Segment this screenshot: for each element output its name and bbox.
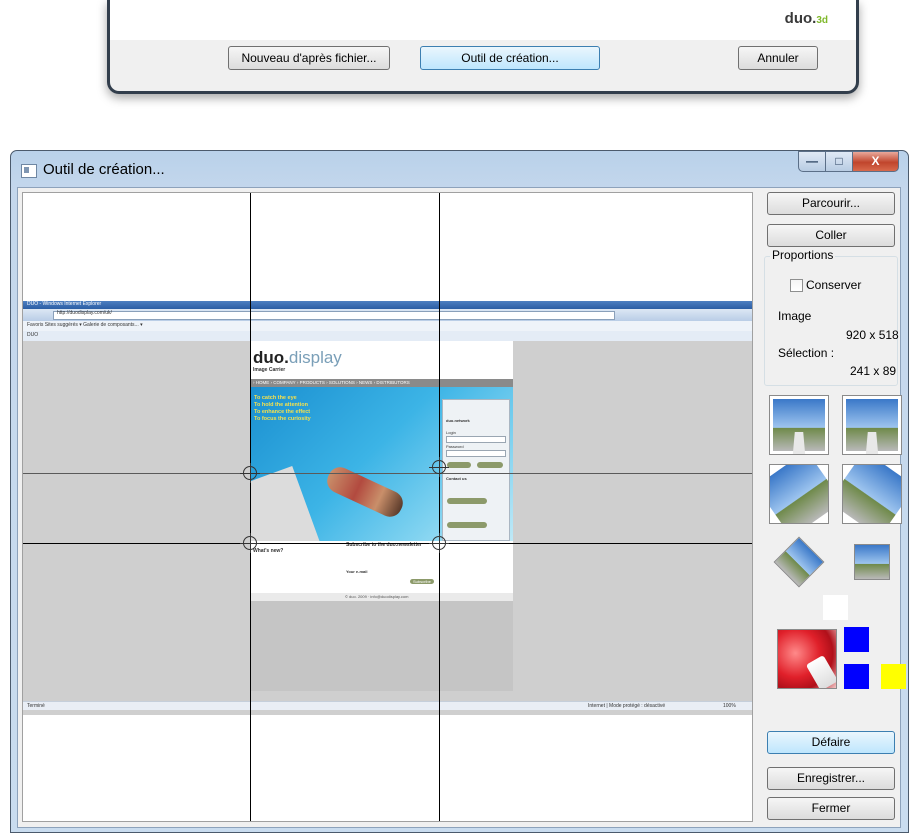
- save-button[interactable]: Enregistrer...: [767, 767, 895, 790]
- subscribe-pill: [477, 462, 503, 468]
- preview-tab-label: DUO: [27, 332, 39, 338]
- preview-site-footer: © duo. 2009 · info@duodisplay.com: [250, 593, 513, 601]
- preview-address-bar: http://duodisplay.com/uk/: [23, 309, 752, 321]
- blue-swatch-top[interactable]: [844, 627, 869, 652]
- proportions-label: Proportions: [770, 248, 836, 262]
- preview-site-nav-text: › HOME › COMPANY › PRODUCTS › SOLUTIONS …: [253, 380, 410, 385]
- footer-text: © duo. 2009 · info@duodisplay.com: [345, 594, 409, 599]
- image-label: Image: [778, 309, 812, 323]
- selection-size-value: 241 x 89: [850, 364, 897, 378]
- selection-guide-bottom[interactable]: [23, 543, 752, 544]
- new-from-file-button[interactable]: Nouveau d'après fichier...: [228, 46, 390, 70]
- selection-handle-bottom-right[interactable]: [429, 533, 449, 553]
- login-field: [446, 436, 506, 443]
- preview-site-nav: › HOME › COMPANY › PRODUCTS › SOLUTIONS …: [250, 379, 513, 387]
- minimize-icon: —: [806, 154, 818, 168]
- password-field: [446, 450, 506, 457]
- browse-button[interactable]: Parcourir...: [767, 192, 895, 215]
- cancel-button[interactable]: Annuler: [738, 46, 818, 70]
- blue-swatch-bottom[interactable]: [844, 664, 869, 689]
- duo3d-logo: duo.3d: [784, 10, 828, 27]
- preview-site-bottom: What's new? Subscribe to the duo.newslet…: [250, 541, 513, 593]
- selection-guide-top[interactable]: [23, 473, 752, 474]
- password-label: Password: [446, 444, 464, 449]
- keep-proportions-label: Conserver: [806, 278, 862, 292]
- yellow-swatch[interactable]: [881, 664, 906, 689]
- preview-favorites-text: Favoris Sites suggérés ▾ Galerie de comp…: [27, 322, 143, 328]
- maximize-button[interactable]: □: [825, 151, 853, 172]
- status-left: Terminé: [27, 703, 45, 709]
- transform-thumb-diamond-mirrored[interactable]: [842, 532, 902, 592]
- paint-roller-icon: [805, 655, 836, 688]
- preview-tab-bar: DUO: [23, 331, 752, 341]
- undo-button[interactable]: Défaire: [767, 731, 895, 754]
- hero-line: To hold the attention: [254, 402, 308, 408]
- red-paint-thumb[interactable]: [777, 629, 837, 689]
- image-size-value: 920 x 518: [846, 328, 899, 342]
- selection-label: Sélection :: [778, 346, 835, 360]
- hero-line: To focus the curiosity: [254, 416, 311, 422]
- preview-site-tagline: Image Carrier: [253, 367, 286, 373]
- window-title: Outil de création...: [43, 161, 165, 178]
- transform-thumb-upright[interactable]: [769, 395, 829, 455]
- contact-pill: [447, 498, 487, 504]
- loaded-image: DUO - Windows Internet Explorer http://d…: [23, 301, 752, 715]
- transform-thumb-rotate-right[interactable]: [842, 464, 902, 524]
- transform-thumb-mirrored[interactable]: [842, 395, 902, 455]
- hero-text: To catch the eye To hold the attention T…: [254, 395, 311, 423]
- status-zoom: 100%: [723, 703, 736, 709]
- white-swatch[interactable]: [823, 595, 848, 620]
- dialog-content-area: [110, 0, 856, 40]
- selection-handle-top-right[interactable]: [429, 457, 449, 477]
- transform-thumb-rotate-left[interactable]: [769, 464, 829, 524]
- newsletter-email-label: Your e-mail: [346, 569, 368, 574]
- close-window-button[interactable]: X: [852, 151, 899, 172]
- preview-browser-title: DUO - Windows Internet Explorer: [27, 301, 102, 307]
- paste-button[interactable]: Coller: [767, 224, 895, 247]
- transform-thumb-diamond[interactable]: [769, 532, 829, 592]
- contact-title: Contact us: [446, 476, 467, 481]
- creation-tool-window: Outil de création... — □ X DUO - Windows…: [10, 150, 909, 833]
- newsletter-subscribe: Subscribe: [410, 579, 434, 584]
- find-pill: [447, 522, 487, 528]
- preview-site-hero: To catch the eye To hold the attention T…: [250, 387, 513, 541]
- preview-address-field: [53, 311, 615, 320]
- keep-proportions-checkbox[interactable]: [790, 279, 803, 292]
- duo-display-logo: duo.display: [253, 348, 342, 367]
- login-title: duo.network: [446, 418, 470, 423]
- news-title: What's new?: [253, 548, 284, 554]
- image-canvas[interactable]: DUO - Windows Internet Explorer http://d…: [22, 192, 753, 822]
- preview-status-bar: Terminé Internet | Mode protégé : désact…: [23, 701, 752, 710]
- preview-website: duo.display Image Carrier › HOME › COMPA…: [250, 341, 513, 691]
- status-zone: Internet | Mode protégé : désactivé: [588, 703, 666, 709]
- window-app-icon: [21, 164, 37, 178]
- creation-tool-button[interactable]: Outil de création...: [420, 46, 600, 70]
- close-icon: X: [871, 154, 880, 168]
- selection-guide-left[interactable]: [250, 193, 251, 821]
- preview-address-text: http://duodisplay.com/uk/: [57, 310, 112, 316]
- minimize-button[interactable]: —: [798, 151, 826, 172]
- pool-edge-shape: [250, 466, 323, 541]
- hero-line: To catch the eye: [254, 395, 297, 401]
- swimmer-figure: [323, 463, 407, 521]
- title-bar[interactable]: Outil de création... — □ X: [11, 151, 908, 187]
- preview-site-header: duo.display Image Carrier: [250, 341, 513, 379]
- selection-handle-bottom-left[interactable]: [240, 533, 260, 553]
- selection-guide-right[interactable]: [439, 193, 440, 821]
- maximize-icon: □: [835, 154, 843, 168]
- close-button[interactable]: Fermer: [767, 797, 895, 820]
- parent-dialog: duo.3d Nouveau d'après fichier... Outil …: [107, 0, 859, 94]
- login-pill: [447, 462, 471, 468]
- preview-browser-titlebar: DUO - Windows Internet Explorer: [23, 301, 752, 309]
- selection-handle-top-left[interactable]: [240, 463, 260, 483]
- preview-login-panel: duo.network Login Password Contact us: [442, 399, 510, 541]
- hero-line: To enhance the effect: [254, 409, 311, 415]
- login-label: Login: [446, 430, 456, 435]
- window-client-area: DUO - Windows Internet Explorer http://d…: [17, 187, 906, 828]
